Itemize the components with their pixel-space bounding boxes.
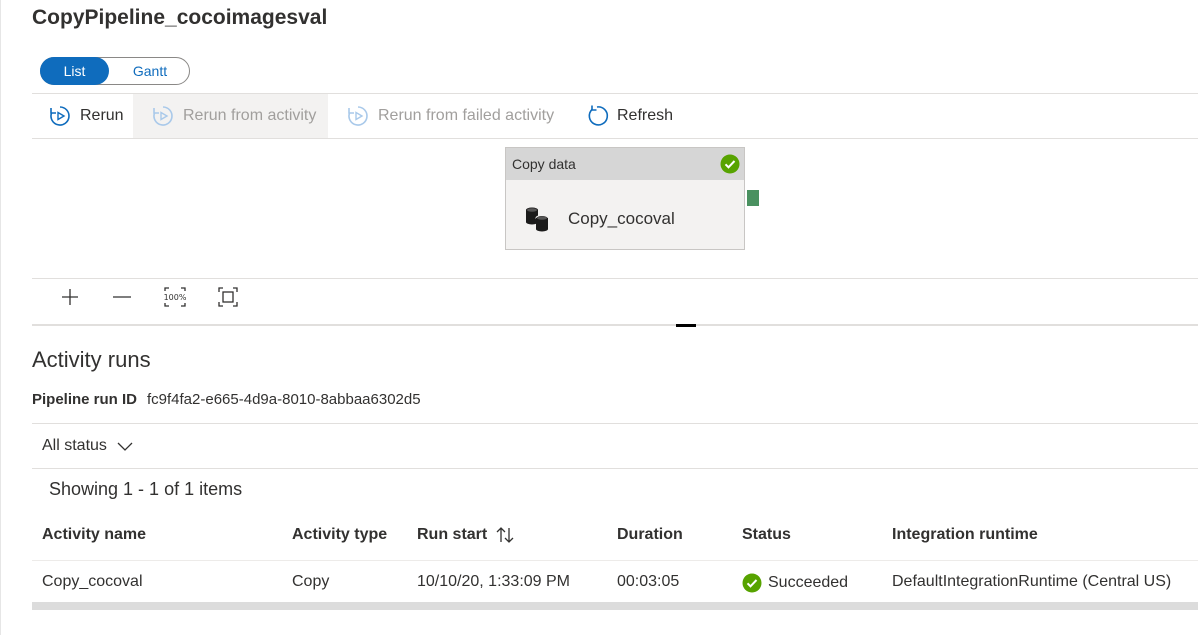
activity-output-port[interactable] xyxy=(747,190,759,206)
canvas-divider xyxy=(32,278,1198,279)
status-cell: Succeeded xyxy=(742,573,848,593)
zoom-100-icon[interactable]: 100% xyxy=(161,283,189,311)
view-toggle: List Gantt xyxy=(40,57,190,85)
activity-node-name: Copy_cocoval xyxy=(568,209,675,228)
page-title: CopyPipeline_cocoimagesval xyxy=(32,6,328,29)
zoom-in-icon[interactable] xyxy=(56,283,84,311)
status-filter-label: All status xyxy=(42,437,107,454)
activity-type-cell: Copy xyxy=(292,573,330,590)
sort-icon[interactable] xyxy=(495,526,515,544)
column-header-label: Duration xyxy=(617,526,683,543)
horizontal-scrollbar[interactable] xyxy=(32,602,1198,610)
panel-splitter xyxy=(32,324,1198,326)
pipeline-run-id-value: fc9f4fa2-e665-4d9a-8010-8abbaa6302d5 xyxy=(147,391,421,408)
column-header-run-start[interactable]: Run start xyxy=(417,526,515,544)
zoom-out-icon[interactable] xyxy=(108,283,136,311)
pipeline-canvas[interactable]: Copy data Copy_cocoval xyxy=(32,140,1198,278)
fit-to-screen-icon[interactable] xyxy=(214,283,242,311)
column-header-integration-runtime[interactable]: Integration runtime xyxy=(892,526,1038,544)
integration-runtime-cell: DefaultIntegrationRuntime (Central US) xyxy=(892,573,1172,590)
pipeline-run-id-label: Pipeline run ID xyxy=(32,391,138,408)
column-header-label: Run start xyxy=(417,526,488,543)
status-text: Succeeded xyxy=(768,574,849,591)
column-header-label: Status xyxy=(742,526,791,543)
filter-bar: All status xyxy=(32,423,1198,469)
status-filter-dropdown[interactable]: All status xyxy=(42,437,133,455)
rerun-from-failed-button[interactable]: Rerun from failed activity xyxy=(346,94,554,138)
zoom-100-text: 100% xyxy=(164,293,187,302)
success-icon xyxy=(742,573,762,593)
rerun-icon xyxy=(50,106,70,126)
activity-node-body: Copy_cocoval xyxy=(522,204,675,234)
toolbar: Rerun Rerun from activity Rerun from fai… xyxy=(32,93,1198,139)
splitter-handle[interactable] xyxy=(676,324,696,327)
column-header-label: Integration runtime xyxy=(892,526,1038,543)
column-header-status[interactable]: Status xyxy=(742,526,791,544)
list-view-button[interactable]: List xyxy=(40,57,109,85)
rerun-from-failed-label: Rerun from failed activity xyxy=(378,107,555,124)
check-circle-icon xyxy=(720,154,740,174)
chevron-down-icon xyxy=(117,442,133,451)
refresh-label: Refresh xyxy=(617,107,674,124)
table-header-divider xyxy=(32,560,1198,561)
refresh-button[interactable]: Refresh xyxy=(585,94,673,138)
activity-name-cell[interactable]: Copy_cocoval xyxy=(42,573,143,591)
rerun-label: Rerun xyxy=(80,107,124,124)
activity-node[interactable]: Copy data Copy_cocoval xyxy=(505,147,745,250)
gantt-view-button[interactable]: Gantt xyxy=(117,57,183,85)
left-border xyxy=(0,0,4,635)
refresh-icon xyxy=(588,105,609,126)
rerun-from-activity-button[interactable]: Rerun from activity xyxy=(133,94,328,138)
column-header-activity-type[interactable]: Activity type xyxy=(292,526,387,544)
rerun-from-activity-label: Rerun from activity xyxy=(183,107,317,124)
rerun-from-activity-icon xyxy=(153,106,173,126)
duration-cell: 00:03:05 xyxy=(617,573,680,590)
run-start-cell: 10/10/20, 1:33:09 PM xyxy=(417,573,570,590)
database-icon xyxy=(526,207,549,232)
column-header-label: Activity name xyxy=(42,526,147,543)
column-header-duration[interactable]: Duration xyxy=(617,526,683,544)
column-header-activity-name[interactable]: Activity name xyxy=(42,526,146,544)
column-header-label: Activity type xyxy=(292,526,388,543)
activity-node-header: Copy data xyxy=(506,148,744,180)
items-count: Showing 1 - 1 of 1 items xyxy=(49,479,243,499)
activity-node-type: Copy data xyxy=(512,156,576,172)
rerun-button[interactable]: Rerun xyxy=(48,94,124,138)
activity-runs-title: Activity runs xyxy=(32,347,151,372)
rerun-from-failed-icon xyxy=(348,106,368,126)
